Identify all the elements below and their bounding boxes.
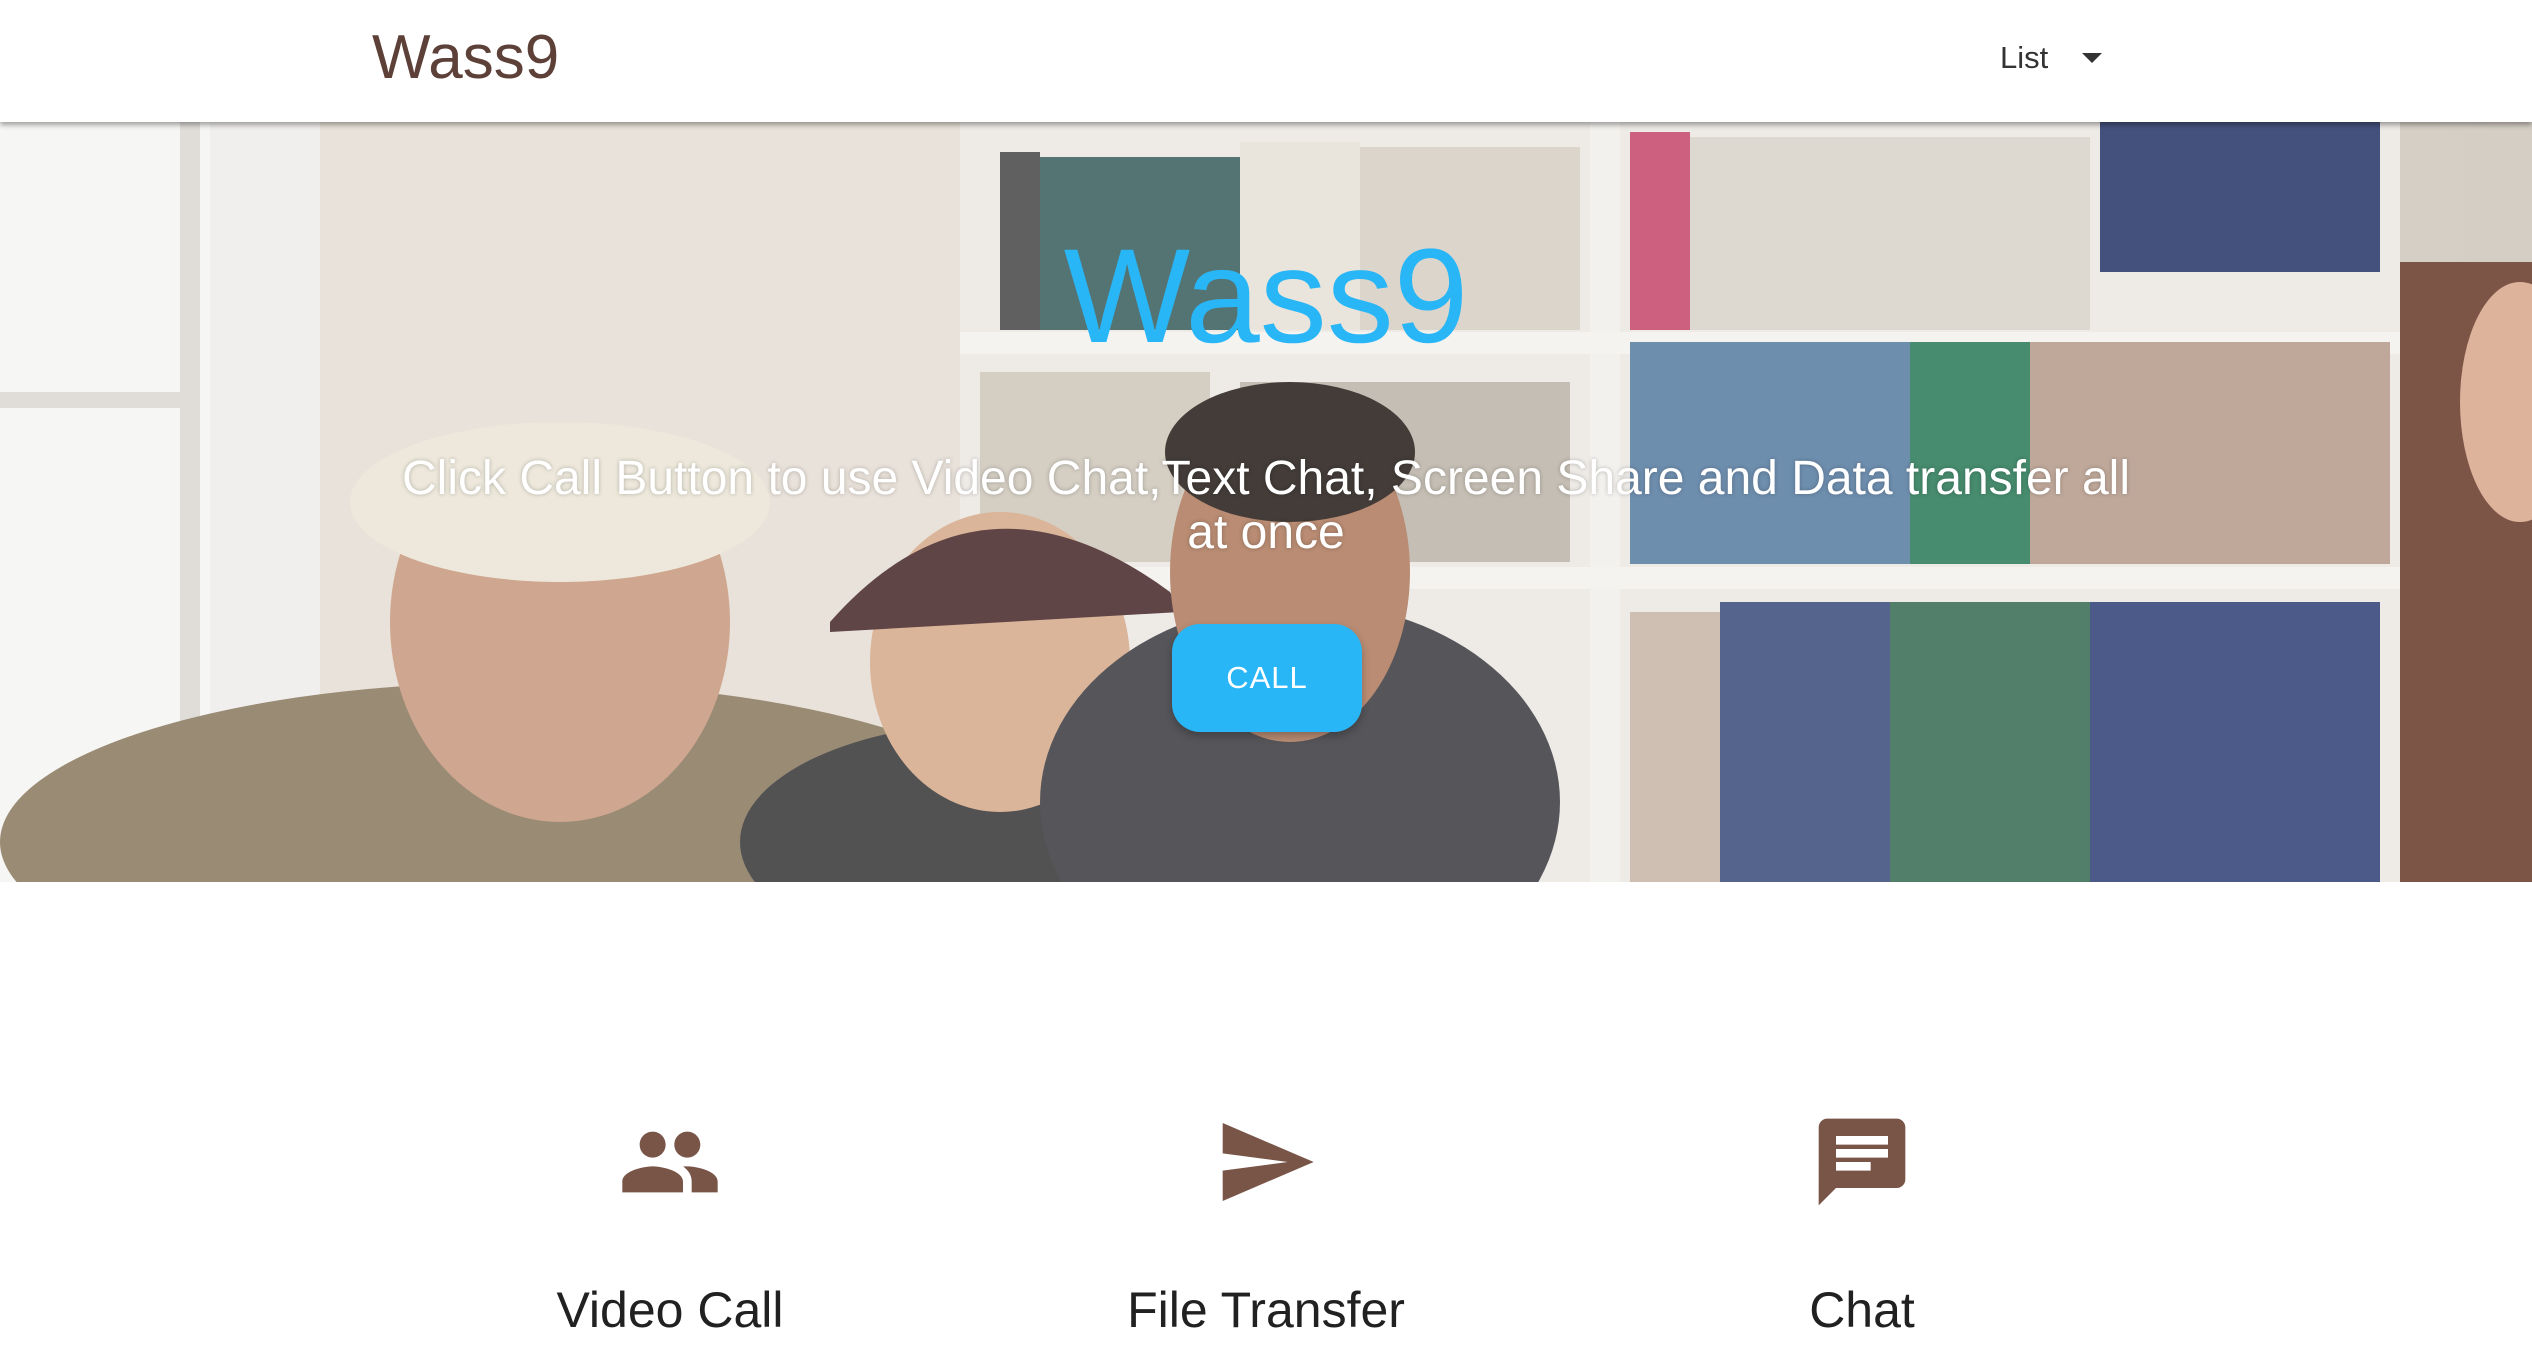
top-navbar: Wass9 List	[0, 0, 2532, 122]
send-icon	[1222, 1123, 1314, 1201]
feature-chat: Chat	[1612, 1110, 2112, 1338]
people-icon	[622, 1131, 718, 1193]
caret-down-icon	[2082, 53, 2103, 63]
chat-icon	[1818, 1118, 1906, 1206]
brand-logo[interactable]: Wass9	[372, 22, 559, 94]
hero-title: Wass9	[1063, 222, 1469, 371]
feature-title-file-transfer: File Transfer	[1127, 1282, 1405, 1338]
list-dropdown[interactable]: List	[2000, 30, 2103, 86]
call-button[interactable]: CALL	[1172, 624, 1362, 732]
list-dropdown-label: List	[2000, 40, 2049, 75]
hero-section: Wass9 Click Call Button to use Video Cha…	[0, 122, 2532, 882]
feature-video-call: Video Call	[420, 1110, 920, 1338]
feature-title-video-call: Video Call	[556, 1282, 784, 1338]
hero-subtitle: Click Call Button to use Video Chat,Text…	[401, 452, 2131, 559]
feature-title-chat: Chat	[1809, 1282, 1915, 1338]
feature-file-transfer: File Transfer	[1016, 1110, 1516, 1338]
